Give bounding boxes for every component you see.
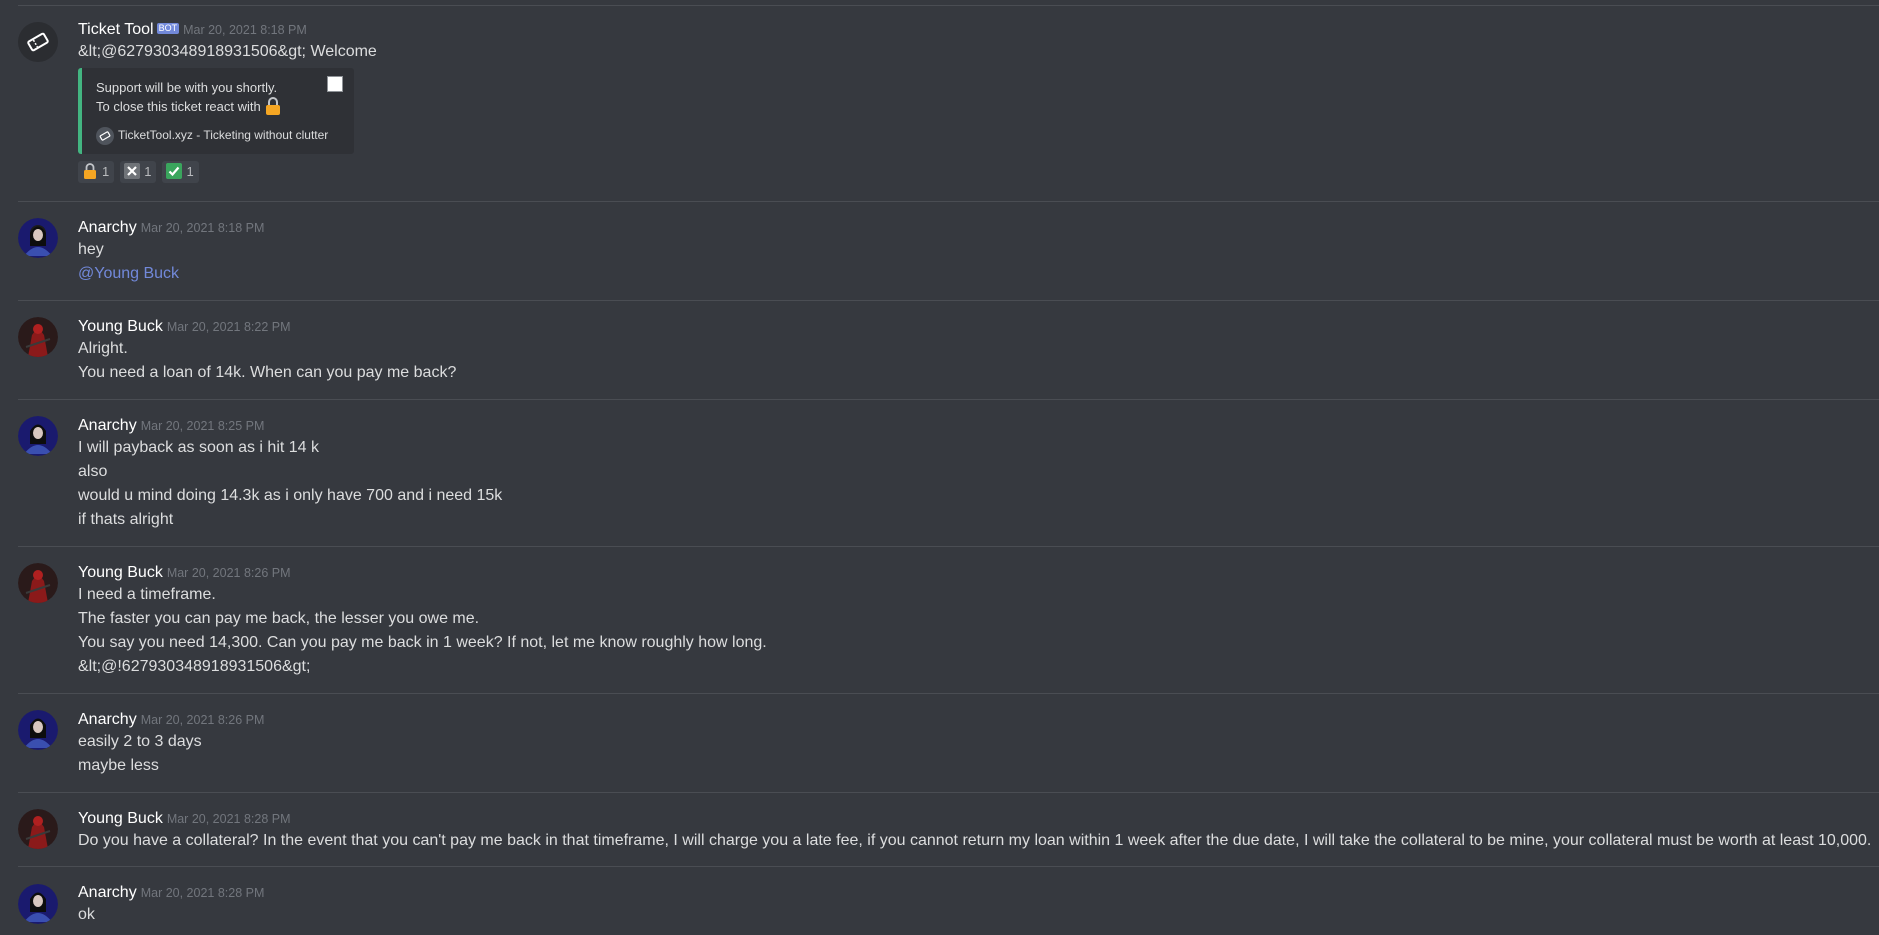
reaction-count: 1 [186, 164, 194, 179]
message-text: You say you need 14,300. Can you pay me … [78, 634, 767, 651]
message-text: The faster you can pay me back, the less… [78, 610, 480, 627]
lock-icon [265, 97, 280, 115]
avatar[interactable] [18, 884, 58, 924]
author-name[interactable]: Anarchy [78, 417, 137, 434]
message-text: if thats alright [78, 511, 174, 528]
author-name[interactable]: Young Buck [78, 318, 163, 335]
message-young-buck: Young Buck Mar 20, 2021 8:26 PM I need a … [18, 546, 1879, 694]
message-young-buck: Young Buck Mar 20, 2021 8:28 PM Do you ha… [18, 792, 1879, 867]
embed-footer-text: TicketTool.xyz - Ticketing without clutt… [118, 128, 329, 142]
lock-icon [84, 163, 96, 179]
timestamp: Mar 20, 2021 8:28 PM [166, 812, 291, 826]
reaction-check[interactable]: 1 [162, 161, 199, 183]
author-name[interactable]: Anarchy [78, 884, 137, 901]
embed-description-line: Support will be with you shortly. [96, 80, 278, 95]
embed: Support will be with you shortly. To clo… [78, 68, 354, 154]
message-anarchy: Anarchy Mar 20, 2021 8:25 PM I will payba… [18, 399, 1879, 547]
message-text: easily 2 to 3 days [78, 733, 202, 750]
reaction-lock[interactable]: 1 [78, 161, 115, 183]
embed-thumbnail-image[interactable] [327, 76, 343, 92]
bot-badge: BOT [156, 23, 180, 34]
cross-mark-icon [124, 163, 141, 179]
avatar[interactable] [18, 563, 58, 603]
message-text: You need a loan of 14k. When can you pay… [78, 364, 457, 381]
timestamp: Mar 20, 2021 8:26 PM [166, 566, 291, 580]
message-ticket-tool: Ticket Tool BOT Mar 20, 2021 8:18 PM &lt;@… [18, 20, 1879, 204]
avatar[interactable] [18, 218, 58, 258]
ticket-icon [18, 22, 58, 62]
user-mention[interactable]: @Young Buck [78, 265, 179, 282]
reaction-count: 1 [102, 164, 110, 179]
avatar[interactable] [18, 317, 58, 357]
reaction-cross[interactable]: 1 [120, 161, 157, 183]
top-divider [18, 5, 1879, 6]
avatar[interactable] [18, 22, 58, 62]
message-text: ok [78, 906, 95, 923]
author-name[interactable]: Young Buck [78, 564, 163, 581]
message-text: also [78, 463, 108, 480]
message-text: Alright. [78, 340, 128, 357]
timestamp: Mar 20, 2021 8:18 PM [140, 221, 265, 235]
message-text: I will payback as soon as i hit 14 k [78, 439, 320, 456]
message-text: Do you have a collateral? In the event t… [78, 832, 1872, 849]
timestamp: Mar 20, 2021 8:26 PM [140, 713, 265, 727]
message-text: &lt;@627930348918931506&gt; Welcome [78, 43, 377, 60]
ticket-icon [96, 126, 114, 145]
message-anarchy: Anarchy Mar 20, 2021 8:26 PM easily 2 to … [18, 693, 1879, 792]
message-text: &lt;@!627930348918931506&gt; [78, 658, 311, 675]
author-name[interactable]: Anarchy [78, 711, 137, 728]
message-young-buck: Young Buck Mar 20, 2021 8:22 PM Alright. … [18, 300, 1879, 399]
avatar[interactable] [18, 809, 58, 849]
reaction-count: 1 [144, 164, 152, 179]
message-text: would u mind doing 14.3k as i only have … [78, 487, 503, 504]
message-text: maybe less [78, 757, 159, 774]
timestamp: Mar 20, 2021 8:18 PM [183, 23, 307, 37]
avatar[interactable] [18, 710, 58, 750]
author-name[interactable]: Young Buck [78, 810, 163, 827]
check-mark-icon [166, 163, 183, 179]
message-text: hey [78, 241, 104, 258]
timestamp: Mar 20, 2021 8:22 PM [166, 320, 291, 334]
timestamp: Mar 20, 2021 8:28 PM [140, 886, 265, 900]
author-name[interactable]: Ticket Tool [78, 21, 154, 38]
avatar[interactable] [18, 416, 58, 456]
timestamp: Mar 20, 2021 8:25 PM [140, 419, 265, 433]
reactions: 1 1 1 [78, 161, 205, 183]
message-text: I need a timeframe. [78, 586, 216, 603]
message-anarchy: Anarchy Mar 20, 2021 8:28 PM ok [18, 866, 1879, 935]
author-name[interactable]: Anarchy [78, 219, 137, 236]
message-anarchy: Anarchy Mar 20, 2021 8:18 PM hey @Young B… [18, 201, 1879, 300]
embed-description-line: To close this ticket react with [96, 99, 261, 114]
